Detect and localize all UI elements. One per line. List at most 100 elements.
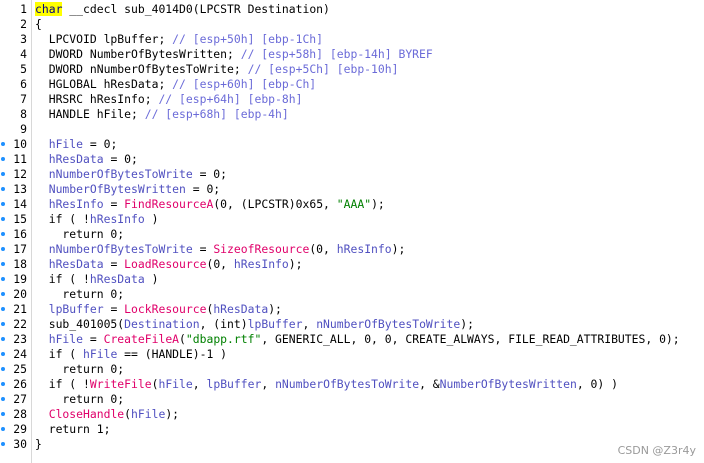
code-line[interactable]: 19 if ( !hResData ): [0, 272, 704, 287]
code-token: SizeofResource: [213, 242, 310, 256]
code-line[interactable]: 14 hResInfo = FindResourceA(0, (LPCSTR)0…: [0, 197, 704, 212]
code-text[interactable]: nNumberOfBytesToWrite = 0;: [35, 167, 227, 182]
line-number: 18: [13, 257, 27, 271]
code-text[interactable]: return 0;: [35, 227, 124, 242]
code-token: if (: [35, 347, 84, 361]
code-line[interactable]: 6 HGLOBAL hResData; // [esp+60h] [ebp-Ch…: [0, 77, 704, 92]
code-line[interactable]: 15 if ( !hResInfo ): [0, 212, 704, 227]
line-number: 19: [13, 272, 27, 286]
code-text[interactable]: CloseHandle(hFile);: [35, 407, 179, 422]
code-token: = 0;: [83, 137, 118, 151]
code-line[interactable]: 20 return 0;: [0, 287, 704, 302]
code-line[interactable]: 26 if ( !WriteFile(hFile, lpBuffer, nNum…: [0, 377, 704, 392]
code-line[interactable]: 24 if ( hFile == (HANDLE)-1 ): [0, 347, 704, 362]
pseudocode-view[interactable]: 1 char __cdecl sub_4014D0(LPCSTR Destinat…: [0, 0, 704, 463]
code-line[interactable]: 22 sub_401005(Destination, (int)lpBuffer…: [0, 317, 704, 332]
code-token: // [esp+68h] [ebp-4h]: [144, 107, 289, 121]
code-text[interactable]: NumberOfBytesWritten = 0;: [35, 182, 220, 197]
code-line[interactable]: 29 return 1;: [0, 422, 704, 437]
code-text[interactable]: if ( !hResInfo ): [35, 212, 159, 227]
code-token: return 1;: [35, 422, 111, 436]
code-line[interactable]: 7 HRSRC hResInfo; // [esp+64h] [ebp-8h]: [0, 92, 704, 107]
code-line[interactable]: 12 nNumberOfBytesToWrite = 0;: [0, 167, 704, 182]
code-text[interactable]: return 0;: [35, 362, 124, 377]
code-token: =: [103, 257, 125, 271]
line-number: 26: [13, 377, 27, 391]
code-text[interactable]: sub_401005(Destination, (int)lpBuffer, n…: [35, 317, 474, 332]
code-token: // [esp+50h] [ebp-1Ch]: [172, 32, 324, 46]
code-text[interactable]: hResInfo = FindResourceA(0, (LPCSTR)0x65…: [35, 197, 385, 212]
code-token: "dbapp.rtf": [185, 332, 262, 346]
code-token: lpBuffer: [206, 377, 262, 391]
code-token: NumberOfBytesWritten: [439, 377, 577, 391]
code-text[interactable]: return 1;: [35, 422, 111, 437]
code-text[interactable]: hResData = LoadResource(0, hResInfo);: [35, 257, 303, 272]
code-text[interactable]: DWORD NumberOfBytesWritten; // [esp+58h]…: [35, 47, 433, 62]
line-number: 9: [20, 122, 27, 136]
code-text[interactable]: char __cdecl sub_4014D0(LPCSTR Destinati…: [35, 2, 330, 17]
code-line[interactable]: 21 lpBuffer = LockResource(hResData);: [0, 302, 704, 317]
line-number: 17: [13, 242, 27, 256]
code-line[interactable]: 11 hResData = 0;: [0, 152, 704, 167]
code-text[interactable]: LPCVOID lpBuffer; // [esp+50h] [ebp-1Ch]: [35, 32, 323, 47]
code-line[interactable]: 2{: [0, 17, 704, 32]
code-line[interactable]: 18 hResData = LoadResource(0, hResInfo);: [0, 257, 704, 272]
code-line[interactable]: 10 hFile = 0;: [0, 137, 704, 152]
code-text[interactable]: if ( hFile == (HANDLE)-1 ): [35, 347, 227, 362]
code-token: HANDLE hFile;: [35, 107, 145, 121]
code-line[interactable]: 23 hFile = CreateFileA("dbapp.rtf", GENE…: [0, 332, 704, 347]
code-token: FindResourceA: [124, 197, 214, 211]
code-text[interactable]: HRSRC hResInfo; // [esp+64h] [ebp-8h]: [35, 92, 303, 107]
code-line[interactable]: 17 nNumberOfBytesToWrite = SizeofResourc…: [0, 242, 704, 257]
code-token: hFile: [131, 407, 166, 421]
code-line[interactable]: 13 NumberOfBytesWritten = 0;: [0, 182, 704, 197]
code-text[interactable]: lpBuffer = LockResource(hResData);: [35, 302, 282, 317]
line-number: 5: [20, 62, 27, 76]
code-text[interactable]: {: [35, 17, 42, 32]
code-token: HRSRC hResInfo;: [35, 92, 159, 106]
code-text[interactable]: }: [35, 437, 42, 452]
code-line[interactable]: 27 return 0;: [0, 392, 704, 407]
code-text[interactable]: return 0;: [35, 392, 124, 407]
code-token: (: [179, 332, 186, 346]
code-token: hResData: [48, 257, 104, 271]
code-text[interactable]: HGLOBAL hResData; // [esp+60h] [ebp-Ch]: [35, 77, 316, 92]
code-token: {: [35, 17, 42, 31]
code-line[interactable]: 5 DWORD nNumberOfBytesToWrite; // [esp+5…: [0, 62, 704, 77]
code-line[interactable]: 9: [0, 122, 704, 137]
code-line[interactable]: 25 return 0;: [0, 362, 704, 377]
code-token: );: [371, 197, 385, 211]
code-text[interactable]: return 0;: [35, 287, 124, 302]
line-number: 28: [13, 407, 27, 421]
code-token: hResInfo: [48, 197, 104, 211]
code-token: WriteFile: [89, 377, 152, 391]
code-token: if ( !: [35, 377, 90, 391]
code-token: = 0;: [192, 167, 228, 181]
code-text[interactable]: nNumberOfBytesToWrite = SizeofResource(0…: [35, 242, 406, 257]
code-text[interactable]: hFile = 0;: [35, 137, 118, 152]
line-number: 13: [13, 182, 27, 196]
code-token: hResData: [48, 152, 104, 166]
code-line[interactable]: 28 CloseHandle(hFile);: [0, 407, 704, 422]
code-text[interactable]: if ( !hResData ): [35, 272, 159, 287]
code-line[interactable]: 8 HANDLE hFile; // [esp+68h] [ebp-4h]: [0, 107, 704, 122]
code-token: if ( !: [35, 272, 90, 286]
code-line[interactable]: 16 return 0;: [0, 227, 704, 242]
code-text[interactable]: DWORD nNumberOfBytesToWrite; // [esp+5Ch…: [35, 62, 399, 77]
code-token: // [esp+5Ch] [ebp-10h]: [247, 62, 399, 76]
code-token: ): [144, 212, 159, 226]
code-line[interactable]: 3 LPCVOID lpBuffer; // [esp+50h] [ebp-1C…: [0, 32, 704, 47]
code-token: NumberOfBytesWritten: [48, 182, 186, 196]
code-token: =: [103, 302, 125, 316]
code-text[interactable]: hFile = CreateFileA("dbapp.rtf", GENERIC…: [35, 332, 680, 347]
code-text[interactable]: hResData = 0;: [35, 152, 138, 167]
code-token: = 0;: [185, 182, 221, 196]
code-text[interactable]: if ( !WriteFile(hFile, lpBuffer, nNumber…: [35, 377, 618, 392]
code-text[interactable]: HANDLE hFile; // [esp+68h] [ebp-4h]: [35, 107, 289, 122]
code-token: =: [192, 242, 214, 256]
line-number: 1: [20, 2, 27, 16]
code-line[interactable]: 30}: [0, 437, 704, 452]
code-line[interactable]: 4 DWORD NumberOfBytesWritten; // [esp+58…: [0, 47, 704, 62]
code-line[interactable]: 1 char __cdecl sub_4014D0(LPCSTR Destinat…: [0, 2, 704, 17]
